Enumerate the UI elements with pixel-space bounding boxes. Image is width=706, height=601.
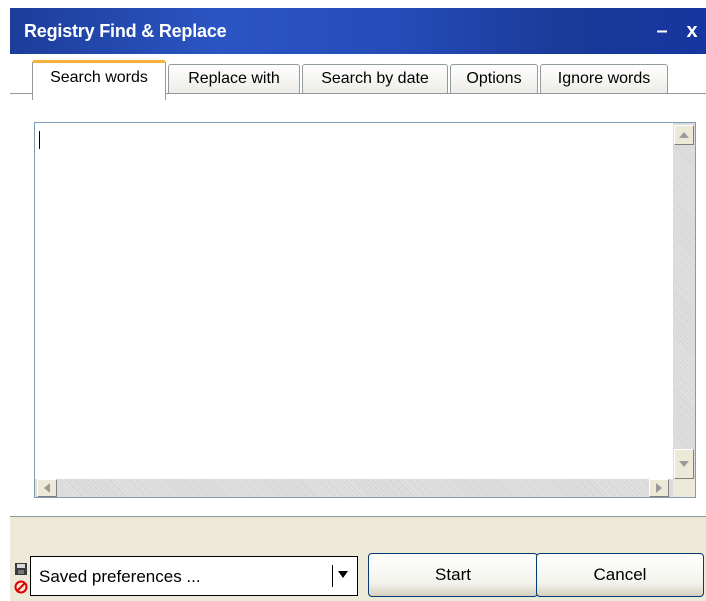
tab-options[interactable]: Options — [450, 64, 538, 94]
preference-icons — [14, 562, 30, 600]
saved-preferences-dropdown[interactable]: Saved preferences ... — [30, 556, 358, 596]
save-icon[interactable] — [14, 562, 28, 576]
bottom-bar: Saved preferences ... Start Cancel — [10, 516, 706, 601]
scrollbar-corner — [673, 479, 695, 497]
text-caret — [39, 131, 40, 149]
arrow-up-icon — [679, 132, 689, 138]
minimize-button[interactable]: – — [650, 18, 674, 44]
registry-find-replace-window: Registry Find & Replace – x Search words… — [10, 8, 706, 601]
title-bar[interactable]: Registry Find & Replace – x — [10, 8, 706, 54]
delete-icon[interactable] — [14, 580, 28, 594]
tab-strip: Search words Replace with Search by date… — [10, 54, 706, 106]
arrow-left-icon — [44, 483, 50, 493]
scroll-right-button[interactable] — [649, 479, 669, 497]
tab-search-words[interactable]: Search words — [32, 60, 166, 100]
close-button[interactable]: x — [680, 18, 704, 44]
cancel-button[interactable]: Cancel — [536, 553, 704, 597]
tab-ignore-words[interactable]: Ignore words — [540, 64, 668, 94]
scroll-up-button[interactable] — [674, 125, 694, 145]
scroll-left-button[interactable] — [37, 479, 57, 497]
tab-replace-with[interactable]: Replace with — [168, 64, 300, 94]
search-words-textarea[interactable] — [34, 122, 696, 498]
search-words-panel — [10, 106, 706, 516]
saved-preferences-value: Saved preferences ... — [39, 567, 201, 586]
arrow-right-icon — [656, 483, 662, 493]
tab-search-by-date[interactable]: Search by date — [302, 64, 448, 94]
bottom-separator — [10, 516, 706, 517]
dropdown-button[interactable] — [332, 565, 353, 587]
chevron-down-icon — [338, 571, 348, 578]
scroll-down-button[interactable] — [674, 449, 694, 479]
horizontal-scrollbar[interactable] — [35, 479, 673, 497]
window-title: Registry Find & Replace — [24, 21, 227, 41]
arrow-down-icon — [679, 461, 689, 467]
vertical-scrollbar[interactable] — [673, 123, 695, 481]
start-button[interactable]: Start — [368, 553, 538, 597]
